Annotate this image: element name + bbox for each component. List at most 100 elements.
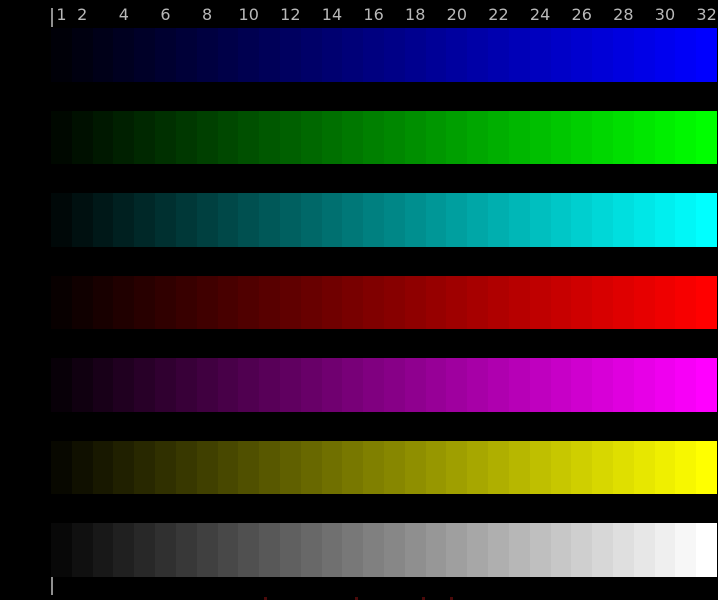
ramp-step: [113, 358, 134, 412]
ramp-step: [72, 523, 93, 577]
step-label: 14: [322, 7, 342, 23]
ramp-step: [280, 523, 301, 577]
ramp-step: [342, 358, 363, 412]
ramp-step: [384, 28, 405, 82]
ramp-step: [509, 276, 530, 330]
ramp-step: [426, 441, 447, 495]
ramp-step: [634, 276, 655, 330]
ramp-step: [363, 441, 384, 495]
ramp-step: [93, 523, 114, 577]
ramp-step: [280, 276, 301, 330]
ramp-step: [280, 358, 301, 412]
ramp-step: [176, 523, 197, 577]
ramp-step: [259, 358, 280, 412]
ramp-step: [197, 523, 218, 577]
ramp-step: [655, 523, 676, 577]
ramp-step: [72, 358, 93, 412]
ramp-step: [571, 193, 592, 247]
ramp-step: [134, 358, 155, 412]
ramp-step: [280, 111, 301, 165]
step-label: 1: [56, 7, 66, 23]
ramp-step: [155, 441, 176, 495]
ramp-step: [72, 276, 93, 330]
ramp-step: [301, 523, 322, 577]
ramp-step: [467, 441, 488, 495]
ramp-step: [551, 28, 572, 82]
ramp-step: [322, 276, 343, 330]
ramp-step: [592, 523, 613, 577]
ramp-step: [197, 441, 218, 495]
ramp-step: [571, 523, 592, 577]
ramp-step: [238, 276, 259, 330]
ramp-step: [155, 28, 176, 82]
ramp-step: [488, 523, 509, 577]
step-label: 20: [447, 7, 467, 23]
ramp-step: [342, 111, 363, 165]
ramp-step: [384, 441, 405, 495]
ramp-step: [238, 441, 259, 495]
ramp-step: [488, 111, 509, 165]
ramp-step: [301, 441, 322, 495]
axis-start-tick-bottom: [51, 577, 53, 595]
ramp-step: [197, 28, 218, 82]
ramp-step: [322, 358, 343, 412]
color-ramp-row-yellow: [51, 441, 717, 495]
ramp-step: [446, 111, 467, 165]
ramp-step: [322, 523, 343, 577]
ramp-step: [509, 193, 530, 247]
ramp-step: [384, 523, 405, 577]
ramp-step: [405, 111, 426, 165]
ramp-step: [197, 358, 218, 412]
ramp-step: [134, 523, 155, 577]
ramp-step: [655, 358, 676, 412]
ramp-step: [655, 28, 676, 82]
ramp-step: [72, 193, 93, 247]
ramp-step: [509, 111, 530, 165]
ramp-step: [342, 193, 363, 247]
ramp-step: [530, 358, 551, 412]
ramp-step: [384, 111, 405, 165]
ramp-step: [655, 276, 676, 330]
ramp-step: [551, 111, 572, 165]
ramp-step: [509, 358, 530, 412]
ramp-step: [467, 193, 488, 247]
color-ramp-row-magenta: [51, 358, 717, 412]
ramp-step: [134, 276, 155, 330]
ramp-step: [613, 276, 634, 330]
ramp-step: [113, 111, 134, 165]
ramp-step: [592, 193, 613, 247]
ramp-step: [322, 441, 343, 495]
ramp-step: [675, 28, 696, 82]
ramp-step: [155, 276, 176, 330]
ramp-step: [405, 523, 426, 577]
ramp-step: [613, 441, 634, 495]
ramp-step: [259, 28, 280, 82]
ramp-step: [613, 193, 634, 247]
ramp-step: [446, 358, 467, 412]
ramp-step: [176, 28, 197, 82]
ramp-step: [551, 358, 572, 412]
ramp-step: [93, 276, 114, 330]
ramp-step: [134, 441, 155, 495]
ramp-step: [134, 193, 155, 247]
ramp-step: [113, 523, 134, 577]
ramp-step: [530, 523, 551, 577]
ramp-step: [592, 441, 613, 495]
step-label: 8: [202, 7, 212, 23]
ramp-step: [675, 276, 696, 330]
ramp-step: [259, 193, 280, 247]
ramp-step: [467, 358, 488, 412]
ramp-step: [72, 28, 93, 82]
ramp-step: [176, 358, 197, 412]
ramp-step: [51, 523, 72, 577]
ramp-step: [155, 193, 176, 247]
ramp-step: [238, 193, 259, 247]
ramp-step: [218, 441, 239, 495]
ramp-step: [405, 358, 426, 412]
ramp-step: [155, 111, 176, 165]
ramp-step: [218, 111, 239, 165]
step-label: 16: [363, 7, 383, 23]
ramp-step: [218, 193, 239, 247]
ramp-step: [655, 111, 676, 165]
ramp-step: [634, 111, 655, 165]
